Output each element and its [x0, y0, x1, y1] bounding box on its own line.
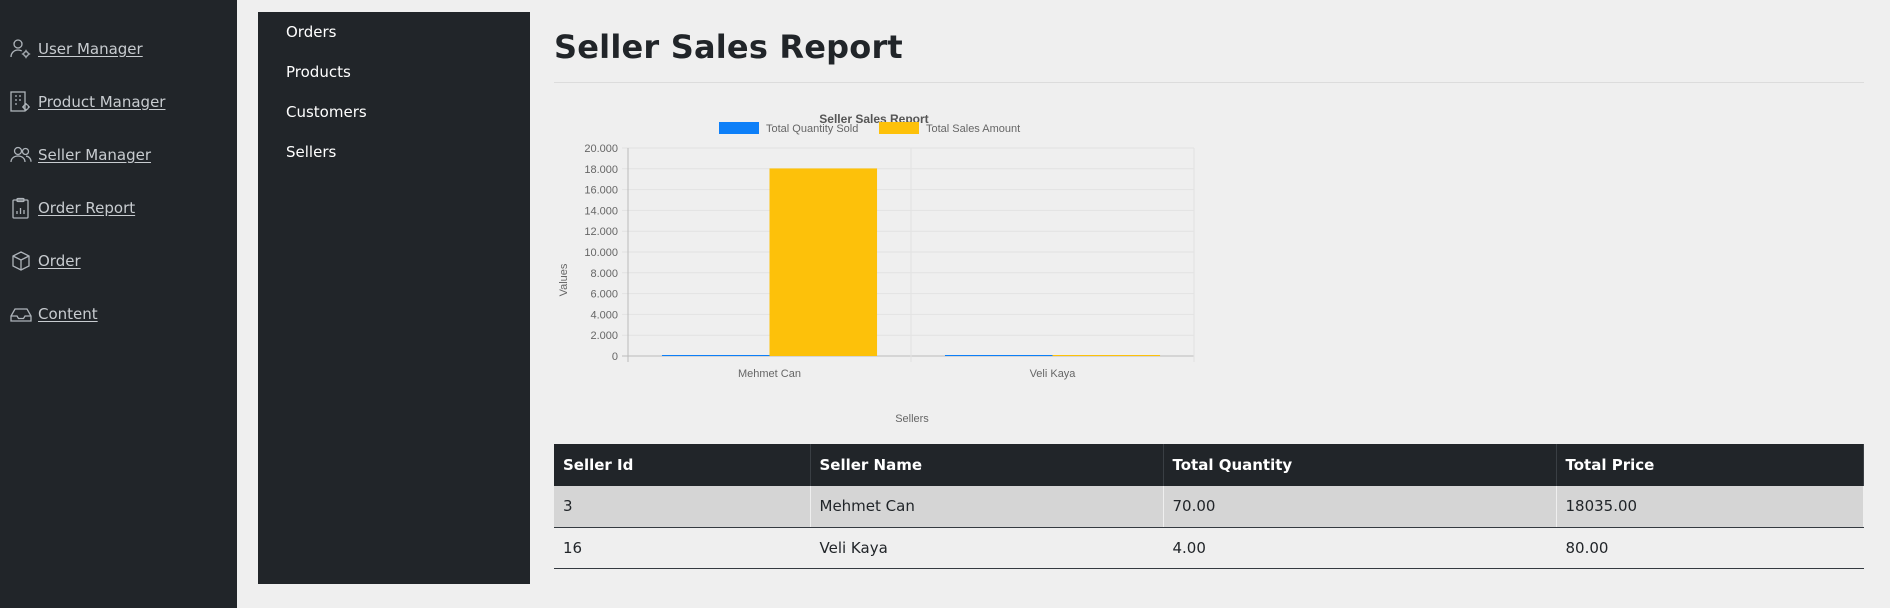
bar — [1052, 355, 1161, 356]
sidebar-item-label: Content — [38, 305, 98, 323]
sidebar-item-user-manager[interactable]: User Manager — [10, 37, 143, 61]
x-axis-ticks: Mehmet Can Veli Kaya — [738, 368, 1076, 380]
x-axis-label: Sellers — [895, 413, 929, 425]
page-title: Seller Sales Report — [554, 28, 903, 66]
y-tick-label: 16.000 — [584, 185, 618, 197]
clipboard-chart-icon — [10, 197, 32, 219]
users-icon — [10, 144, 32, 166]
sidebar: User Manager Product Manager Seller Mana… — [0, 0, 237, 608]
sidebar-item-order[interactable]: Order — [10, 249, 81, 273]
y-tick-label: 18.000 — [584, 164, 618, 176]
bar — [769, 168, 878, 356]
sidebar-item-label: Product Manager — [38, 93, 166, 111]
legend-label: Total Quantity Sold — [766, 123, 858, 135]
bar — [944, 355, 1053, 356]
grid-gear-icon — [10, 91, 32, 113]
subnav-item-orders[interactable]: Orders — [286, 23, 336, 41]
sidebar-item-order-report[interactable]: Order Report — [10, 196, 135, 220]
x-tick-label: Mehmet Can — [738, 368, 801, 380]
table-row: 16 Veli Kaya 4.00 80.00 — [554, 527, 1864, 569]
cell-total-quantity: 70.00 — [1163, 486, 1557, 528]
y-tick-label: 20.000 — [584, 143, 618, 155]
sidebar-item-label: Seller Manager — [38, 146, 151, 164]
cell-seller-name: Veli Kaya — [810, 527, 1164, 569]
sidebar-item-label: Order — [38, 252, 81, 270]
y-tick-label: 8.000 — [590, 268, 618, 280]
legend-label: Total Sales Amount — [926, 123, 1020, 135]
seller-sales-table: Seller Id Seller Name Total Quantity Tot… — [554, 444, 1864, 569]
bar — [661, 355, 770, 356]
cell-total-price: 80.00 — [1556, 527, 1864, 569]
y-tick-label: 2.000 — [590, 330, 618, 342]
sidebar-item-label: Order Report — [38, 199, 136, 217]
secondary-nav: Orders Products Customers Sellers — [258, 12, 530, 584]
table-header-row: Seller Id Seller Name Total Quantity Tot… — [554, 444, 1864, 486]
user-gear-icon — [10, 38, 32, 60]
subnav-item-customers[interactable]: Customers — [286, 103, 367, 121]
column-header-total-price: Total Price — [1556, 444, 1864, 486]
sidebar-item-product-manager[interactable]: Product Manager — [10, 90, 165, 114]
title-divider — [554, 82, 1864, 83]
x-tick-label: Veli Kaya — [1030, 368, 1077, 380]
y-axis-ticks: 0 2.000 4.000 6.000 8.000 10.000 12.000 14.000 1… — [584, 143, 618, 363]
legend-swatch — [719, 122, 759, 134]
sidebar-item-seller-manager[interactable]: Seller Manager — [10, 143, 151, 167]
cell-seller-name: Mehmet Can — [810, 486, 1164, 528]
y-tick-label: 4.000 — [590, 309, 618, 321]
column-header-seller-name: Seller Name — [810, 444, 1164, 486]
y-tick-label: 12.000 — [584, 226, 618, 238]
subnav-item-products[interactable]: Products — [286, 63, 351, 81]
y-tick-label: 0 — [612, 351, 618, 363]
y-tick-label: 14.000 — [584, 205, 618, 217]
cell-total-quantity: 4.00 — [1163, 527, 1557, 569]
box-icon — [10, 250, 32, 272]
y-tick-label: 6.000 — [590, 289, 618, 301]
sales-bar-chart: Seller Sales Report Total Quantity Sold T… — [558, 112, 1195, 425]
subnav-item-sellers[interactable]: Sellers — [286, 143, 336, 161]
sidebar-item-content[interactable]: Content — [10, 302, 98, 326]
cell-seller-id: 16 — [554, 527, 811, 569]
column-header-total-quantity: Total Quantity — [1163, 444, 1557, 486]
cell-seller-id: 3 — [554, 486, 811, 528]
cell-total-price: 18035.00 — [1556, 486, 1864, 528]
legend-swatch — [879, 122, 919, 134]
inbox-icon — [10, 303, 32, 325]
chart-grid — [622, 147, 1195, 362]
table-row: 3 Mehmet Can 70.00 18035.00 — [554, 486, 1864, 528]
sidebar-item-label: User Manager — [38, 40, 143, 58]
y-axis-label: Values — [558, 263, 570, 296]
column-header-seller-id: Seller Id — [554, 444, 811, 486]
y-tick-label: 10.000 — [584, 247, 618, 259]
